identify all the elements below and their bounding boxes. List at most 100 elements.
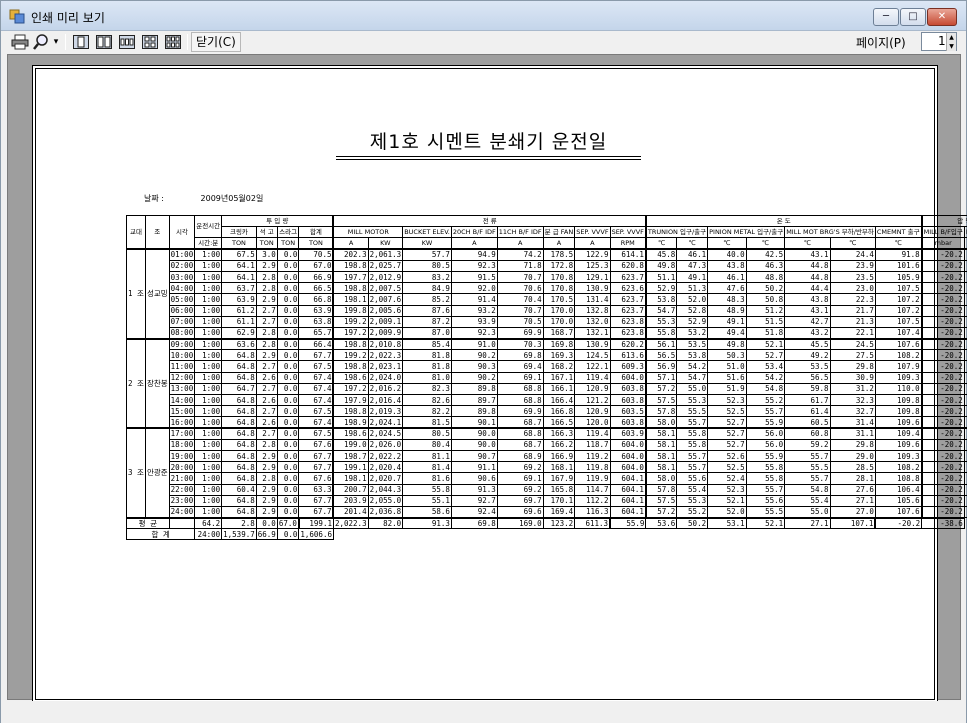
print-button[interactable] (11, 33, 29, 51)
data-cell: 2.8 (255, 438, 278, 451)
data-cell: 69.9 (496, 326, 544, 340)
data-cell: 0.0 (276, 494, 300, 507)
report-title: 제1호 시멘트 분쇄기 운전일 (336, 127, 641, 160)
data-cell: 52.4 (707, 472, 747, 485)
data-cell: 70.7 (496, 304, 544, 317)
data-cell: 0.0 (276, 438, 300, 451)
data-cell: 110.0 (874, 382, 923, 396)
data-cell: 91.4 (450, 293, 498, 306)
unit-pressure: mbar (920, 237, 965, 250)
header-crew: 조 (144, 215, 170, 250)
zoom-button[interactable] (32, 33, 50, 51)
data-cell: 51.8 (745, 326, 786, 340)
data-cell: 166.4 (542, 393, 576, 407)
data-cell: 67.4 (298, 416, 334, 429)
magnifier-icon (33, 34, 48, 50)
table-row: 18:00 1:00 64.8 2.8 0.0 67.6 199.0 2,026.0 80.4 9… (127, 438, 967, 451)
data-cell: 109.6 (874, 416, 923, 429)
close-window-button[interactable]: ✕ (927, 8, 957, 26)
data-cell: 2.7 (255, 360, 278, 373)
maximize-button[interactable]: □ (900, 8, 926, 26)
data-cell: 07:00 (168, 315, 196, 328)
minimize-button[interactable]: ─ (873, 8, 899, 26)
sum-cell: 1,539.7 (221, 528, 257, 541)
data-cell: 125.3 (574, 259, 611, 272)
header-shift: 교대 (126, 215, 146, 250)
title-bar[interactable]: 인쇄 미리 보기 ─ □ ✕ (1, 1, 966, 31)
data-cell: 64.8 (221, 494, 257, 507)
data-cell: 87.2 (402, 315, 452, 328)
six-pages-button[interactable] (164, 33, 182, 51)
data-cell: 119.8 (574, 461, 611, 474)
close-preview-button[interactable]: 닫기(C) (191, 32, 241, 52)
page-down-arrow[interactable]: ▼ (946, 42, 956, 51)
data-cell: 81.4 (402, 461, 452, 474)
data-cell: 29.8 (829, 360, 876, 373)
data-cell: 06:00 (168, 304, 196, 317)
data-cell: 170.1 (542, 494, 576, 507)
data-cell: 30.9 (829, 371, 876, 384)
table-row: 06:00 1:00 61.2 2.7 0.0 63.9 199.8 2,005.6 87.6 9… (127, 304, 967, 317)
data-cell: 129.1 (574, 270, 611, 284)
data-cell: 108.2 (874, 461, 923, 474)
data-cell: 168.1 (542, 461, 576, 474)
data-cell: 54.8 (745, 382, 786, 396)
data-cell: 604.1 (609, 472, 647, 485)
data-cell: 109.8 (874, 393, 923, 407)
three-pages-button[interactable] (118, 33, 136, 51)
data-cell: 1:00 (194, 449, 223, 463)
data-cell: 58.0 (644, 416, 678, 429)
table-row: 24:00 1:00 64.8 2.9 0.0 67.7 201.4 2,036.8 58.6 9… (127, 505, 967, 519)
data-cell: 70.6 (496, 282, 544, 295)
data-cell: 58.1 (644, 438, 678, 451)
table-row: 13:00 1:00 64.7 2.7 0.0 67.4 197.2 2,016.2 82.3 8… (127, 382, 967, 396)
data-cell: 68.9 (496, 449, 544, 463)
one-page-button[interactable] (72, 33, 90, 51)
data-cell: 43.1 (784, 248, 831, 261)
data-cell: 52.1 (745, 337, 786, 351)
three-pages-icon (119, 35, 135, 49)
header-pressure-col: MILL B/F입구 (920, 226, 965, 239)
data-cell: 0.0 (276, 371, 300, 384)
sum-cell: 24:00 (194, 528, 223, 541)
two-pages-button[interactable] (95, 33, 113, 51)
data-cell: -20.2 (920, 382, 965, 396)
data-cell: 32.7 (829, 405, 876, 418)
data-cell: 29.8 (829, 438, 876, 451)
data-cell: 198.7 (332, 449, 369, 463)
preview-area[interactable]: 제1호 시멘트 분쇄기 운전일 날짜 : 2009년05월02일 교대 조 시각 운전… (7, 54, 967, 705)
four-pages-button[interactable] (141, 33, 159, 51)
header-time: 시각 (168, 215, 196, 250)
data-cell: 27.0 (829, 505, 876, 519)
unit-current: A (496, 237, 544, 250)
data-cell: 52.6 (707, 449, 747, 463)
data-cell: 0.0 (276, 248, 300, 261)
data-cell: 02:00 (168, 259, 196, 272)
data-cell: -20.2 (920, 505, 965, 519)
shift-number: 2 조 (126, 337, 146, 429)
data-cell: 2,007.6 (367, 293, 404, 306)
data-cell: 2,007.5 (367, 282, 404, 295)
data-cell: 90.0 (450, 427, 498, 440)
data-cell: 168.2 (542, 360, 576, 373)
data-cell: 2,024.0 (367, 371, 404, 384)
data-cell: 604.0 (609, 371, 647, 384)
unit-production: TON (298, 237, 334, 250)
data-cell: 67.7 (298, 494, 334, 507)
data-cell: -20.2 (920, 438, 965, 451)
data-cell: 623.7 (609, 304, 647, 317)
unit-production: TON (221, 237, 257, 250)
date-line: 날짜 : 2009년05월02일 (144, 193, 297, 204)
zoom-dropdown[interactable]: ▾ (52, 33, 60, 51)
data-cell: 20:00 (168, 461, 196, 474)
data-cell: 0.0 (276, 483, 300, 496)
header-current-col: 20CH B/F IDF (450, 226, 498, 239)
average-cell: 123.2 (542, 516, 576, 530)
data-cell: 08:00 (168, 326, 196, 340)
page-number-stepper[interactable]: 1 ▲ ▼ (921, 32, 957, 51)
data-cell: 604.0 (609, 461, 647, 474)
data-cell: 55.0 (784, 505, 831, 519)
table-row: 2 조 장찬봉 09:00 1:00 63.6 2.8 0.0 66.4 198.8 2,010.… (126, 337, 967, 429)
data-cell: -20.2 (920, 315, 965, 328)
page-up-arrow[interactable]: ▲ (946, 33, 956, 42)
